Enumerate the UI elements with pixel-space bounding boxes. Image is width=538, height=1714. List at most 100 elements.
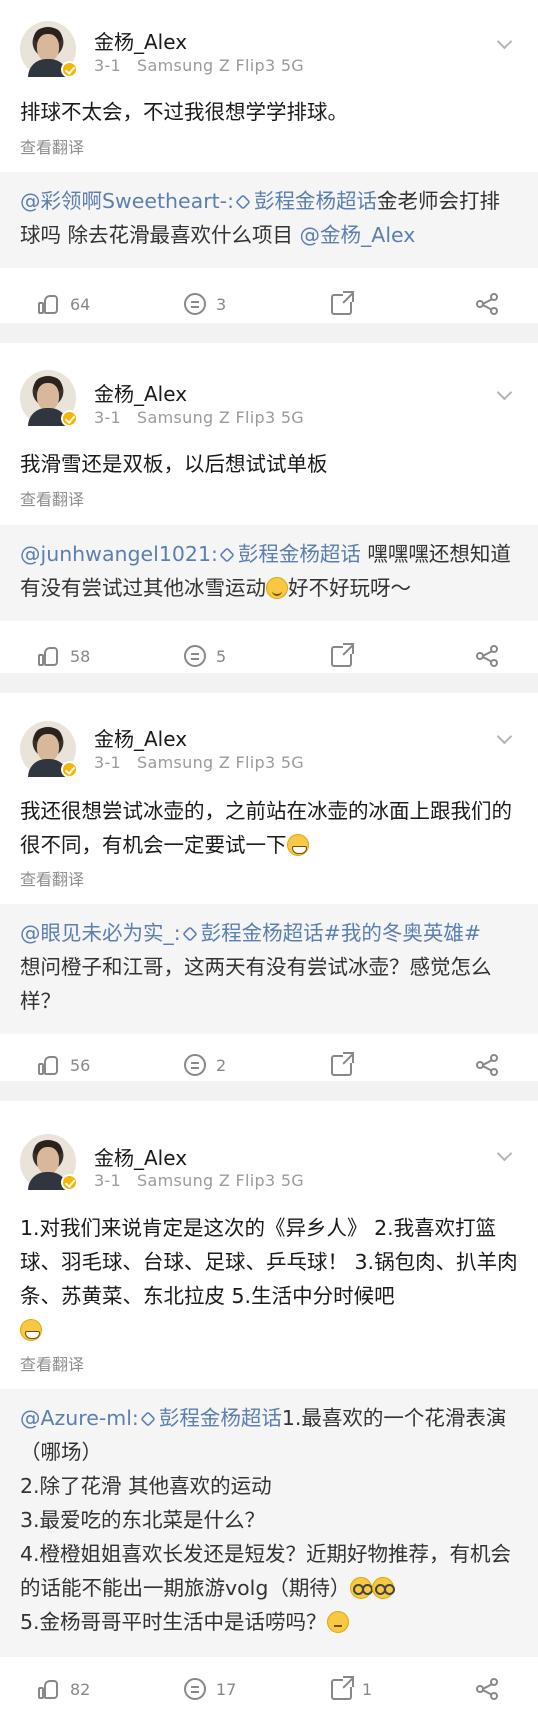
post-card: 金杨_Alex 3-1 Samsung Z Flip3 5G 排球不太会，不过我很…	[0, 0, 538, 323]
comment-count: 2	[216, 1055, 227, 1075]
repost-button[interactable]	[331, 284, 362, 324]
post-card: 金杨_Alex 3-1 Samsung Z Flip3 5G 1.对我们来说肯定是…	[0, 1101, 538, 1714]
avatar[interactable]	[20, 721, 78, 778]
post-text: 我滑雪还是双板，以后想试试单板	[20, 452, 328, 476]
super-topic-icon	[140, 1411, 156, 1427]
post-date: 3-1	[94, 56, 122, 75]
like-button[interactable]: 58	[36, 636, 90, 676]
verified-badge-icon	[61, 761, 78, 778]
action-bar: 58 5	[0, 636, 538, 676]
quote-body: 想问橙子和江哥，这两天有没有尝试冰壶？感觉怎么样？	[20, 955, 492, 1013]
grin-emoji-icon	[20, 1319, 42, 1341]
quote-body-2: 好不好玩呀～	[288, 576, 411, 600]
comment-count: 17	[216, 1679, 237, 1699]
repost-icon	[331, 290, 354, 315]
post-device: Samsung Z Flip3 5G	[137, 408, 304, 427]
post-card: 金杨_Alex 3-1 Samsung Z Flip3 5G 我还很想尝试冰壶的，…	[0, 693, 538, 1081]
post-text-body: 1.对我们来说肯定是这次的《异乡人》 2.我喜欢打篮球、羽毛球、台球、足球、乒乓…	[20, 1216, 518, 1308]
share-button[interactable]	[476, 636, 500, 676]
translate-link[interactable]: 查看翻译	[20, 1351, 84, 1375]
author-name[interactable]: 金杨_Alex	[94, 26, 187, 55]
topic-link[interactable]: 彭程金杨超话	[201, 921, 324, 945]
comment-button[interactable]: 5	[184, 636, 226, 676]
comment-button[interactable]: 2	[184, 1045, 226, 1085]
repost-button[interactable]: 1	[331, 1669, 372, 1709]
chevron-down-icon[interactable]	[496, 728, 513, 745]
repost-button[interactable]	[331, 636, 362, 676]
quoted-comment[interactable]: @Azure-ml: 彭程金杨超话1.最喜欢的一个花滑表演（哪场） 2.除了花滑 …	[0, 1389, 538, 1657]
post-meta: 3-1 Samsung Z Flip3 5G	[94, 1171, 320, 1190]
translate-link[interactable]: 查看翻译	[20, 866, 84, 890]
mention-link[interactable]: @junhwangel1021:	[20, 542, 218, 566]
avatar[interactable]	[20, 1134, 78, 1191]
comment-icon	[184, 645, 206, 667]
post-device: Samsung Z Flip3 5G	[137, 56, 304, 75]
share-icon	[476, 1053, 500, 1077]
mention-link[interactable]: @金杨_Alex	[300, 223, 416, 247]
quoted-comment[interactable]: @彩领啊Sweetheart-: 彭程金杨超话金老师会打排球吗 除去花滑最喜欢什么…	[0, 172, 538, 268]
glasses-emoji-icon	[372, 1577, 396, 1599]
like-count: 56	[70, 1055, 91, 1075]
post-date: 3-1	[94, 408, 122, 427]
super-topic-icon	[219, 547, 235, 563]
action-bar: 56 2	[0, 1045, 538, 1085]
share-button[interactable]	[476, 1669, 500, 1709]
repost-icon	[331, 1051, 354, 1076]
quote-line-5: 5.金杨哥哥平时生活中是话唠吗？	[20, 1610, 327, 1634]
post-device: Samsung Z Flip3 5G	[137, 1171, 304, 1190]
quoted-comment[interactable]: @junhwangel1021: 彭程金杨超话 嘿嘿嘿还想知道有没有尝试过其他冰雪…	[0, 525, 538, 621]
post-meta: 3-1 Samsung Z Flip3 5G	[94, 408, 320, 427]
like-icon	[36, 644, 60, 668]
share-icon	[476, 644, 500, 668]
translate-link[interactable]: 查看翻译	[20, 134, 84, 158]
hashtag-link[interactable]: #我的冬奥英雄#	[324, 921, 481, 945]
repost-icon	[331, 642, 354, 667]
quoted-comment[interactable]: @眼见未必为实_: 彭程金杨超话#我的冬奥英雄# 想问橙子和江哥，这两天有没有尝试…	[0, 904, 538, 1034]
glasses-emoji-icon	[350, 1577, 374, 1599]
comment-button[interactable]: 3	[184, 284, 226, 324]
verified-badge-icon	[61, 1174, 78, 1191]
like-icon	[36, 1053, 60, 1077]
author-name[interactable]: 金杨_Alex	[94, 723, 187, 752]
avatar[interactable]	[20, 21, 78, 78]
comment-button[interactable]: 17	[184, 1669, 236, 1709]
mention-link[interactable]: @眼见未必为实_:	[20, 921, 181, 945]
share-button[interactable]	[476, 284, 500, 324]
quote-line-2: 2.除了花滑 其他喜欢的运动	[20, 1474, 272, 1498]
like-button[interactable]: 64	[36, 284, 90, 324]
chevron-down-icon[interactable]	[496, 1145, 513, 1162]
like-button[interactable]: 56	[36, 1045, 90, 1085]
action-bar: 82 17 1	[0, 1669, 538, 1709]
grin-emoji-icon	[286, 834, 309, 856]
comment-icon	[184, 1678, 206, 1700]
like-count: 82	[70, 1679, 91, 1699]
translate-link[interactable]: 查看翻译	[20, 486, 84, 510]
post-meta: 3-1 Samsung Z Flip3 5G	[94, 56, 320, 75]
topic-link[interactable]: 彭程金杨超话	[159, 1406, 282, 1430]
avatar[interactable]	[20, 370, 78, 427]
like-icon	[36, 292, 60, 316]
verified-badge-icon	[61, 410, 78, 427]
topic-link[interactable]: 彭程金杨超话	[238, 542, 361, 566]
quote-line-3: 3.最爱吃的东北菜是什么？	[20, 1508, 266, 1532]
mention-link[interactable]: @彩领啊Sweetheart-:	[20, 189, 234, 213]
repost-button[interactable]	[331, 1045, 362, 1085]
action-bar: 64 3	[0, 284, 538, 324]
comment-icon	[184, 293, 206, 315]
author-name[interactable]: 金杨_Alex	[94, 378, 187, 407]
mention-link[interactable]: @Azure-ml:	[20, 1406, 139, 1430]
chevron-down-icon[interactable]	[496, 384, 513, 401]
like-button[interactable]: 82	[36, 1669, 90, 1709]
post-meta: 3-1 Samsung Z Flip3 5G	[94, 753, 320, 772]
repost-count: 1	[362, 1679, 373, 1699]
thinking-emoji-icon	[326, 1611, 349, 1633]
author-name[interactable]: 金杨_Alex	[94, 1142, 187, 1171]
super-topic-icon	[181, 926, 198, 942]
share-button[interactable]	[476, 1045, 500, 1085]
share-icon	[476, 292, 500, 316]
chevron-down-icon[interactable]	[496, 33, 513, 50]
topic-link[interactable]: 彭程金杨超话	[254, 189, 377, 213]
comment-count: 5	[216, 646, 227, 666]
quote-line-4: 4.橙橙姐姐喜欢长发还是短发？近期好物推荐，有机会的话能不能出一期旅游volg（…	[20, 1542, 512, 1600]
like-count: 64	[70, 294, 91, 314]
